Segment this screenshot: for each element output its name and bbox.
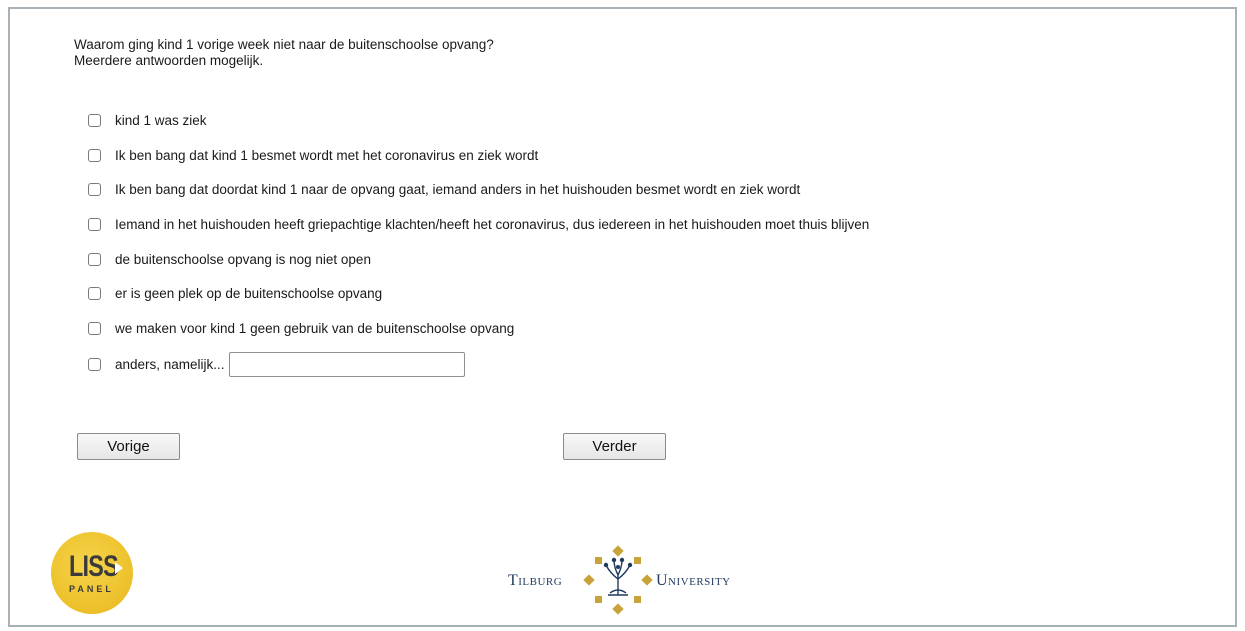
option-niet-open[interactable]: de buitenschoolse opvang is nog niet ope… <box>88 249 371 269</box>
checkbox[interactable] <box>88 321 101 335</box>
anders-text-input[interactable] <box>228 351 465 377</box>
liss-panel-logo: LISS PANEL <box>51 532 133 614</box>
option-geen-gebruik[interactable]: we maken voor kind 1 geen gebruik van de… <box>88 318 514 338</box>
option-label: Ik ben bang dat doordat kind 1 naar de o… <box>115 181 801 197</box>
liss-logo-text: LISS <box>69 550 119 583</box>
question-hint: Meerdere antwoorden mogelijk. <box>74 53 264 68</box>
option-bang-kind-besmet[interactable]: Ik ben bang dat kind 1 besmet wordt met … <box>88 145 538 165</box>
option-label: kind 1 was ziek <box>115 112 207 128</box>
next-button[interactable]: Verder <box>563 433 666 460</box>
option-label: er is geen plek op de buitenschoolse opv… <box>115 285 383 301</box>
previous-button[interactable]: Vorige <box>77 433 180 460</box>
option-label: de buitenschoolse opvang is nog niet ope… <box>115 251 371 267</box>
option-label: Ik ben bang dat kind 1 besmet wordt met … <box>115 147 539 163</box>
tree-emblem-icon <box>583 545 653 615</box>
arrow-icon <box>115 562 123 574</box>
checkbox[interactable] <box>88 252 101 266</box>
survey-frame <box>8 7 1237 627</box>
question-text: Waarom ging kind 1 vorige week niet naar… <box>74 37 494 52</box>
option-label: Iemand in het huishouden heeft griepacht… <box>115 216 870 232</box>
checkbox[interactable] <box>88 286 101 300</box>
option-anders[interactable]: anders, namelijk... <box>88 351 465 377</box>
checkbox[interactable] <box>88 113 101 127</box>
option-label: we maken voor kind 1 geen gebruik van de… <box>115 320 515 336</box>
tilburg-university-logo: Tilburg University <box>508 545 758 615</box>
question-block: Waarom ging kind 1 vorige week niet naar… <box>74 37 494 69</box>
checkbox[interactable] <box>88 148 101 162</box>
option-label: anders, namelijk... <box>115 356 225 372</box>
checkbox[interactable] <box>88 182 101 196</box>
option-ziek[interactable]: kind 1 was ziek <box>88 110 207 130</box>
tilburg-logo-text-right: University <box>656 572 731 589</box>
checkbox[interactable] <box>88 357 101 371</box>
option-huishouden-klachten[interactable]: Iemand in het huishouden heeft griepacht… <box>88 214 869 234</box>
option-geen-plek[interactable]: er is geen plek op de buitenschoolse opv… <box>88 283 382 303</box>
liss-logo-subtext: PANEL <box>69 584 114 594</box>
option-bang-huishouden-besmet[interactable]: Ik ben bang dat doordat kind 1 naar de o… <box>88 179 800 199</box>
checkbox[interactable] <box>88 217 101 231</box>
tilburg-logo-text-left: Tilburg <box>508 572 563 589</box>
